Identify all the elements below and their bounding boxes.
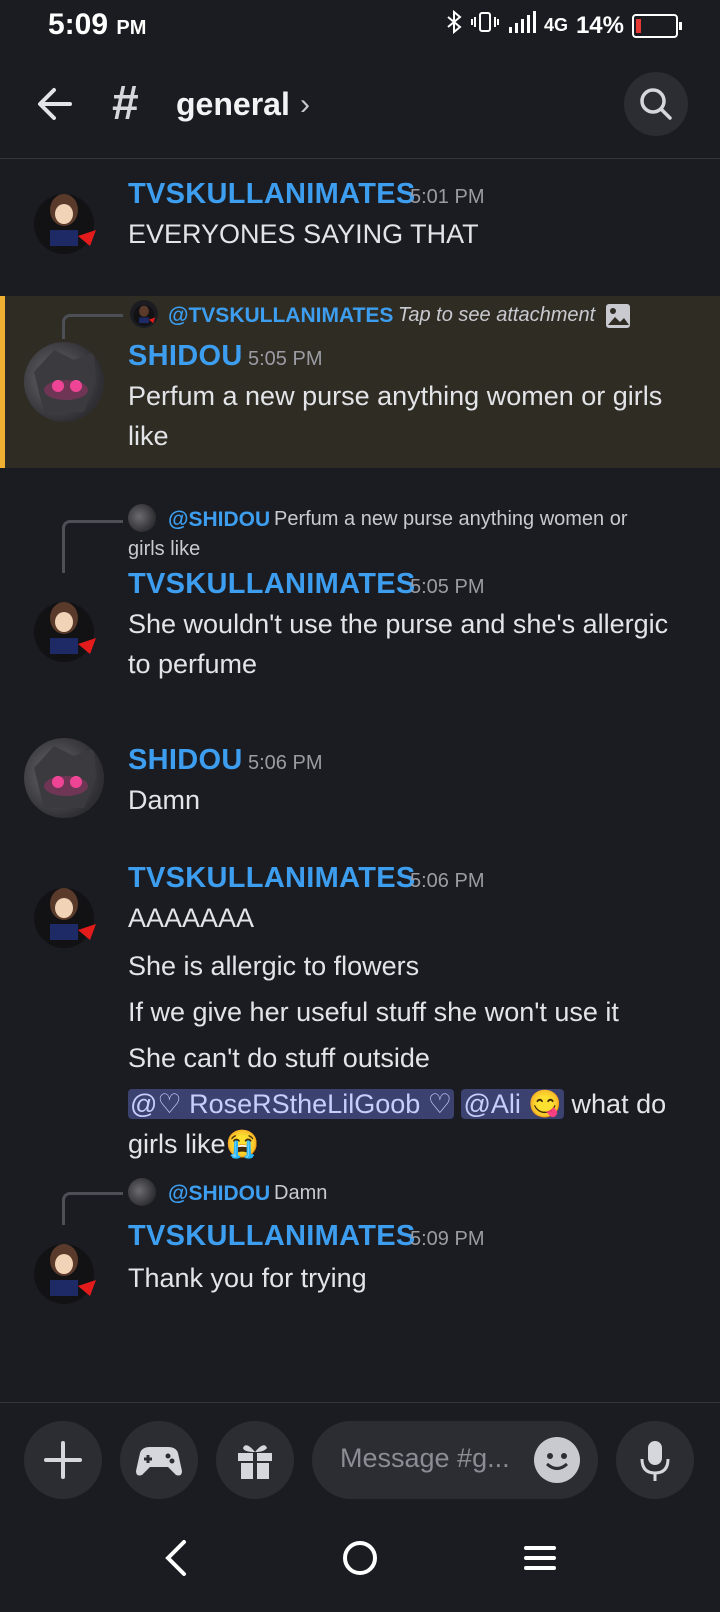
back-button[interactable]: [32, 80, 80, 128]
message-text: EVERYONES SAYING THAT: [128, 219, 479, 249]
message-input[interactable]: Message #g...: [312, 1421, 598, 1499]
username[interactable]: TVSKULLANIMATES: [128, 862, 416, 895]
search-button[interactable]: [624, 72, 688, 136]
avatar[interactable]: [24, 342, 104, 422]
username[interactable]: TVSKULLANIMATES: [128, 568, 416, 601]
voice-button[interactable]: [616, 1421, 694, 1499]
timestamp: 5:06 PM: [410, 870, 485, 892]
username[interactable]: SHIDOU: [128, 340, 243, 373]
image-icon: [606, 303, 631, 328]
message-text: girls like😭: [128, 1129, 260, 1159]
reply-connector: [62, 314, 123, 339]
reply-preview[interactable]: Tap to see attachment: [398, 300, 631, 331]
message-text: If we give her useful stuff she won't us…: [128, 997, 619, 1027]
mention-highlight-bar: [0, 296, 5, 468]
nav-home-icon[interactable]: [340, 1536, 380, 1580]
reply-username[interactable]: @SHIDOU: [168, 508, 270, 532]
timestamp: 5:09 PM: [410, 1228, 485, 1250]
crying-emoji: 😭: [225, 1129, 260, 1159]
network-type: 4G: [543, 15, 568, 35]
add-button[interactable]: [24, 1421, 102, 1499]
reply-avatar: [128, 1178, 156, 1206]
message-text: She is allergic to flowers: [128, 951, 420, 981]
plus-icon: [44, 1441, 82, 1479]
avatar[interactable]: [24, 1230, 104, 1310]
arrow-left-icon: [38, 88, 72, 120]
chevron-right-icon[interactable]: ›: [300, 88, 310, 122]
timestamp: 5:05 PM: [410, 576, 485, 598]
timestamp: 5:01 PM: [410, 186, 485, 208]
avatar[interactable]: [24, 180, 104, 260]
gift-icon: [238, 1445, 272, 1479]
microphone-icon: [640, 1441, 670, 1481]
timestamp: 5:06 PM: [248, 752, 323, 774]
system-navigation-bar: [0, 1518, 720, 1612]
battery-icon: [632, 13, 682, 38]
signal-icon: [508, 11, 536, 40]
reply-username[interactable]: @SHIDOU: [168, 1182, 270, 1206]
message-composer: Message #g...: [0, 1402, 720, 1499]
message[interactable]: TVSKULLANIMATES 5:06 PM AAAAAAA She is a…: [0, 848, 720, 1168]
reply-preview[interactable]: Perfum a new purse anything women or: [274, 504, 628, 535]
avatar[interactable]: [24, 588, 104, 668]
user-mention[interactable]: @Ali 😋: [461, 1089, 565, 1119]
search-icon: [640, 88, 672, 120]
battery-percent: 14%: [575, 11, 624, 39]
user-mention[interactable]: @♡ RoseRStheLilGoob ♡: [128, 1089, 454, 1119]
emoji-icon[interactable]: [534, 1437, 580, 1483]
username[interactable]: TVSKULLANIMATES: [128, 1220, 416, 1253]
message[interactable]: SHIDOU 5:06 PM Damn: [0, 728, 720, 818]
message-text: She can't do stuff outside: [128, 1043, 430, 1073]
gift-button[interactable]: [216, 1421, 294, 1499]
reply-avatar: [130, 300, 158, 328]
vibrate-icon: [470, 11, 500, 40]
message-highlighted[interactable]: @TVSKULLANIMATES Tap to see attachment S…: [0, 296, 720, 468]
reply-preview-cont[interactable]: girls like: [128, 534, 200, 565]
message[interactable]: @SHIDOU Perfum a new purse anything wome…: [0, 500, 720, 700]
avatar[interactable]: [24, 874, 104, 954]
message[interactable]: TVSKULLANIMATES 5:01 PM EVERYONES SAYING…: [0, 170, 720, 280]
timestamp: 5:05 PM: [248, 348, 323, 370]
reply-avatar: [128, 504, 156, 532]
message[interactable]: @SHIDOU Damn TVSKULLANIMATES 5:09 PM Tha…: [0, 1176, 720, 1316]
status-bar: 5:09 PM 4G 14%: [0, 0, 720, 52]
channel-name[interactable]: general: [176, 86, 290, 123]
status-time: 5:09 PM: [48, 8, 147, 41]
message-text: She wouldn't use the purse and she's all…: [128, 609, 669, 679]
bluetooth-icon: [446, 9, 462, 41]
nav-back-icon[interactable]: [160, 1538, 192, 1578]
channel-hash-icon: #: [112, 77, 139, 130]
message-text-mentions: @♡ RoseRStheLilGoob ♡ @Ali 😋 what do: [128, 1089, 667, 1119]
username[interactable]: SHIDOU: [128, 744, 243, 777]
message-text: Thank you for trying: [128, 1263, 367, 1293]
message-text: AAAAAAA: [128, 903, 255, 933]
message-placeholder: Message #g...: [340, 1443, 510, 1473]
reply-connector: [62, 520, 123, 573]
message-text: Damn: [128, 785, 201, 815]
reply-preview[interactable]: Damn: [274, 1178, 327, 1209]
gamepad-icon: [136, 1447, 182, 1476]
avatar[interactable]: [24, 738, 104, 818]
channel-header: # general ›: [0, 52, 720, 159]
username[interactable]: TVSKULLANIMATES: [128, 178, 416, 211]
message-text: Perfum a new purse anything women or gir…: [128, 381, 663, 451]
activities-button[interactable]: [120, 1421, 198, 1499]
reply-connector: [62, 1192, 123, 1225]
reply-username[interactable]: @TVSKULLANIMATES: [168, 304, 393, 328]
nav-menu-icon[interactable]: [522, 1540, 558, 1576]
